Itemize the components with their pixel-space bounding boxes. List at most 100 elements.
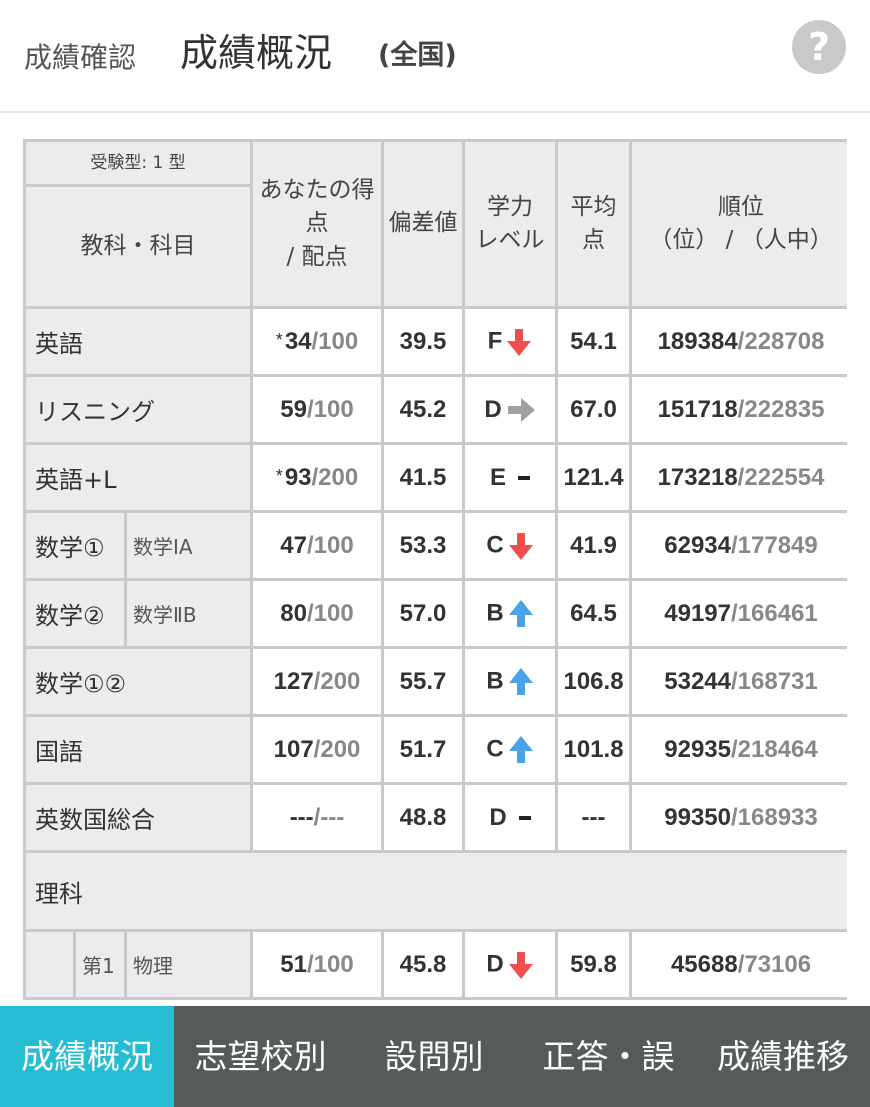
rank-total: /218464 [731, 735, 818, 763]
rank-cell: 189384/228708 [632, 309, 847, 374]
level-cell: B [465, 649, 556, 714]
subject-name: 英数国総合 [26, 785, 251, 850]
level-value: E [490, 463, 507, 491]
deviation-cell: 53.3 [384, 513, 463, 578]
score-max: /100 [307, 531, 354, 559]
asterisk-mark: * [275, 465, 283, 486]
average-cell: 106.8 [558, 649, 630, 714]
sub-subject-name: 物理 [127, 932, 251, 997]
score-value: 51 [280, 950, 307, 978]
score-max: /200 [313, 735, 361, 763]
deviation-cell: 48.8 [384, 785, 463, 850]
col-header-rank: 順位 （位） / （人中） [632, 142, 847, 306]
tab-by-school[interactable]: 志望校別 [174, 1006, 347, 1107]
trend-down-icon [508, 532, 533, 560]
rank-value: 173218 [657, 463, 738, 491]
tab-overview[interactable]: 成績概況 [0, 1006, 174, 1107]
table-row: リスニング 59/100 45.2 D 67.0 151718/222835 [26, 377, 847, 442]
subject-name: 数学① [26, 513, 124, 578]
exam-type: 受験型: 1 型 [26, 142, 251, 184]
table-row: 英語 *34/100 39.5 F 54.1 189384/228708 [26, 309, 847, 374]
rank-total: /222554 [737, 463, 825, 491]
subject-name: 数学② [26, 581, 124, 646]
bottom-tab-bar: 成績概況 志望校別 設問別 正答・誤 成績推移 [0, 1006, 870, 1107]
rank-total: /73106 [737, 950, 812, 978]
average-cell: 64.5 [558, 581, 630, 646]
tab-answers[interactable]: 正答・誤 [521, 1006, 696, 1107]
deviation-cell: 41.5 [384, 445, 463, 510]
rank-value: 62934 [664, 531, 731, 559]
indent-cell [26, 932, 73, 997]
score-max: /100 [307, 599, 354, 627]
page-title: 成績概況 [180, 31, 333, 75]
score-value: --- [289, 803, 314, 831]
trend-flat-icon [507, 398, 535, 423]
table-row: 数学①② 127/200 55.7 B 106.8 53244/168731 [26, 649, 847, 714]
score-max: /200 [311, 463, 359, 491]
col-header-average: 平均 点 [558, 142, 630, 306]
level-value: C [486, 734, 504, 762]
tab-by-question[interactable]: 設問別 [347, 1006, 521, 1107]
level-cell: D [465, 785, 556, 850]
level-value: F [487, 326, 503, 354]
level-value: D [484, 395, 502, 423]
section-label: 理科 [26, 853, 847, 929]
level-cell: E [465, 445, 556, 510]
table-row: 英数国総合 ---/--- 48.8 D --- 99350/168933 [26, 785, 847, 850]
level-cell: C [465, 513, 556, 578]
rank-value: 151718 [657, 395, 738, 423]
score-max: /200 [313, 667, 361, 695]
breadcrumb[interactable]: 成績確認 [24, 36, 136, 76]
score-cell: ---/--- [253, 785, 382, 850]
level-cell: D [465, 932, 556, 997]
deviation-cell: 39.5 [384, 309, 463, 374]
average-cell: 101.8 [558, 717, 630, 782]
average-cell: 121.4 [558, 445, 630, 510]
rank-cell: 92935/218464 [632, 717, 847, 782]
science-section-row: 理科 [26, 853, 847, 929]
trend-none-icon [518, 816, 531, 821]
average-cell: 54.1 [558, 309, 630, 374]
score-cell: 47/100 [253, 513, 382, 578]
level-cell: B [465, 581, 556, 646]
score-cell: 51/100 [253, 932, 382, 997]
score-cell: 80/100 [253, 581, 382, 646]
score-max: /100 [307, 395, 354, 423]
score-table-container: 受験型: 1 型 あなたの得 点 / 配点 偏差値 学力 レベル 平均 点 順位 [23, 139, 847, 1009]
average-cell: 59.8 [558, 932, 630, 997]
col-header-deviation: 偏差値 [384, 142, 463, 306]
table-row: 数学② 数学ⅡB 80/100 57.0 B 64.5 49197/166461 [26, 581, 847, 646]
subject-name: 英語+L [26, 445, 251, 510]
table-row: 英語+L *93/200 41.5 E 121.4 173218/222554 [26, 445, 847, 510]
subject-order: 第1 [76, 932, 124, 997]
rank-cell: 53244/168731 [632, 649, 847, 714]
trend-up-icon [508, 667, 533, 695]
deviation-cell: 57.0 [384, 581, 463, 646]
score-value: 59 [280, 395, 307, 423]
rank-value: 45688 [670, 950, 738, 978]
level-value: B [486, 666, 504, 694]
rank-total: /228708 [737, 327, 825, 355]
score-value: 127 [273, 667, 314, 695]
tab-history[interactable]: 成績推移 [696, 1006, 870, 1107]
deviation-cell: 45.2 [384, 377, 463, 442]
score-cell: 59/100 [253, 377, 382, 442]
rank-value: 49197 [664, 599, 731, 627]
deviation-cell: 55.7 [384, 649, 463, 714]
level-cell: F [465, 309, 556, 374]
level-value: C [486, 530, 504, 558]
score-max: /100 [307, 950, 354, 978]
average-cell: 67.0 [558, 377, 630, 442]
rank-value: 53244 [664, 667, 731, 695]
help-icon[interactable]: ? [792, 20, 846, 74]
col-header-score: あなたの得 点 / 配点 [253, 142, 382, 306]
rank-cell: 151718/222835 [632, 377, 847, 442]
score-value: 80 [280, 599, 307, 627]
rank-total: /222835 [737, 395, 825, 423]
rank-total: /168731 [731, 667, 818, 695]
trend-up-icon [508, 599, 533, 627]
average-cell: --- [558, 785, 630, 850]
page-header: 成績確認 成績概況 (全国) ? [0, 0, 870, 113]
score-value: 107 [273, 735, 314, 763]
rank-total: /177849 [731, 531, 818, 559]
